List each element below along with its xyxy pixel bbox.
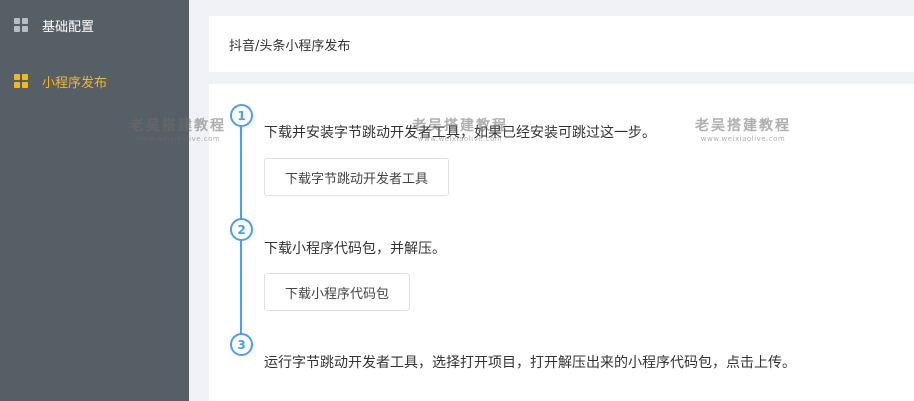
sidebar-item-miniprogram-publish[interactable]: 小程序发布 — [0, 68, 189, 94]
step-text-3: 运行字节跳动开发者工具，选择打开项目，打开解压出来的小程序代码包，点击上传。 — [264, 355, 796, 371]
sidebar: 基础配置 小程序发布 — [0, 0, 189, 401]
grid-icon — [14, 74, 28, 88]
sidebar-item-basic-config[interactable]: 基础配置 — [0, 12, 189, 38]
download-package-button[interactable]: 下载小程序代码包 — [264, 273, 411, 311]
grid-icon — [14, 18, 28, 32]
breadcrumb-text: 抖音/头条小程序发布 — [229, 38, 351, 54]
sidebar-item-label: 小程序发布 — [42, 75, 108, 91]
download-devtools-button[interactable]: 下载字节跳动开发者工具 — [264, 158, 450, 196]
step-text-1: 下载并安装字节跳动开发者工具，如果已经安装可跳过这一步。 — [264, 125, 656, 141]
step-text-2: 下载小程序代码包，并解压。 — [264, 241, 446, 257]
step-number-1: 1 — [230, 104, 253, 127]
breadcrumb: 抖音/头条小程序发布 — [209, 16, 914, 72]
sidebar-item-label: 基础配置 — [42, 19, 95, 35]
step-number-2: 2 — [230, 218, 253, 241]
main-content: 抖音/头条小程序发布 1 下载并安装字节跳动开发者工具，如果已经安装可跳过这一步… — [189, 0, 914, 401]
steps-card: 1 下载并安装字节跳动开发者工具，如果已经安装可跳过这一步。 下载字节跳动开发者… — [209, 84, 914, 401]
step-number-3: 3 — [230, 333, 253, 356]
